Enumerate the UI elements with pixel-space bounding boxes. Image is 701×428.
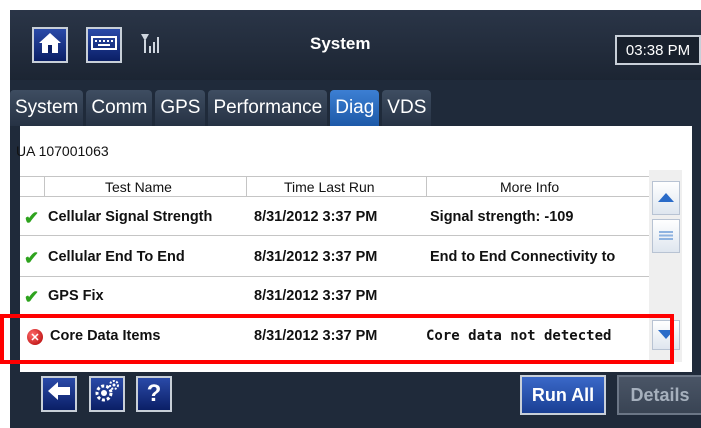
run-all-button[interactable]: Run All <box>520 375 606 415</box>
grid-line <box>20 196 650 197</box>
grid-line <box>44 176 45 196</box>
tab-system[interactable]: System <box>10 90 84 126</box>
page-title: System <box>310 34 371 53</box>
test-name: GPS Fix <box>48 288 104 304</box>
grid-line <box>246 176 247 196</box>
back-button[interactable] <box>41 376 77 412</box>
top-bar: System 03:38 PM <box>10 10 701 80</box>
test-name: Cellular End To End <box>48 249 185 265</box>
home-icon <box>38 32 62 59</box>
signal-icon <box>140 32 162 59</box>
time-last-run: 8/31/2012 3:37 PM <box>254 288 378 304</box>
time-last-run: 8/31/2012 3:37 PM <box>254 209 378 225</box>
check-icon: ✔ <box>24 287 40 307</box>
help-icon: ? <box>146 380 162 407</box>
time-last-run: 8/31/2012 3:37 PM <box>254 249 378 265</box>
scroll-up-button[interactable] <box>652 181 680 215</box>
tab-diag[interactable]: Diag <box>330 90 380 126</box>
tab-comm[interactable]: Comm <box>86 90 153 126</box>
grid-line <box>426 176 427 196</box>
clock: 03:38 PM <box>615 35 701 65</box>
scroll-up-icon <box>658 189 674 207</box>
grid-line <box>20 276 650 277</box>
more-info: Signal strength: -109 <box>430 209 574 225</box>
tab-vds[interactable]: VDS <box>382 90 432 126</box>
more-info: End to End Connectivity to <box>430 249 616 265</box>
scroll-thumb-icon <box>659 227 673 245</box>
help-button[interactable]: ? <box>136 376 172 412</box>
highlight-box <box>0 314 674 364</box>
details-button[interactable]: Details <box>617 375 701 415</box>
column-header-test-name[interactable]: Test Name <box>105 179 172 195</box>
grid-line <box>20 176 650 177</box>
scroll-thumb[interactable] <box>652 219 680 253</box>
tab-performance[interactable]: Performance <box>208 90 328 126</box>
unit-id: UA 107001063 <box>16 143 109 159</box>
tab-bar: System Comm GPS Performance Diag VDS <box>10 90 434 126</box>
settings-button[interactable] <box>89 376 125 412</box>
tab-gps[interactable]: GPS <box>155 90 206 126</box>
check-icon: ✔ <box>24 248 40 268</box>
home-button[interactable] <box>32 27 68 63</box>
column-header-more-info[interactable]: More Info <box>500 179 559 195</box>
keyboard-icon <box>91 35 117 55</box>
back-arrow-icon <box>47 380 71 408</box>
check-icon: ✔ <box>24 208 40 228</box>
keyboard-button[interactable] <box>86 27 122 63</box>
grid-line <box>20 235 650 236</box>
column-header-time-last-run[interactable]: Time Last Run <box>284 179 375 195</box>
settings-gears-icon <box>94 379 120 410</box>
test-name: Cellular Signal Strength <box>48 209 213 225</box>
